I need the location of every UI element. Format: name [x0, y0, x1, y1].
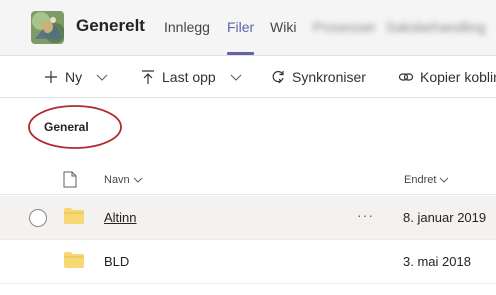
team-avatar-image	[31, 11, 64, 44]
highlight-annotation	[28, 105, 122, 149]
link-icon	[398, 73, 414, 81]
file-type-icon[interactable]	[63, 171, 77, 188]
file-name-link[interactable]: BLD	[104, 254, 129, 269]
channel-header: Generelt Innlegg Filer Wiki Prosesser Sa…	[0, 0, 496, 56]
tab-wiki[interactable]: Wiki	[270, 19, 296, 35]
file-name-link[interactable]: Altinn	[104, 210, 137, 225]
sync-icon	[272, 70, 284, 84]
active-tab-indicator	[227, 52, 254, 55]
column-header-modified-label: Endret	[404, 174, 437, 186]
new-button-label: Ny	[65, 69, 83, 85]
new-button[interactable]: Ny	[43, 69, 108, 85]
more-options-button[interactable]: ···	[357, 207, 374, 223]
command-bar: Ny Last opp Synkroniser Kopier kobling	[0, 57, 496, 98]
upload-button-label: Last opp	[162, 69, 216, 85]
column-header-name-label: Navn	[104, 174, 130, 186]
tab-innlegg[interactable]: Innlegg	[164, 19, 210, 35]
upload-icon	[142, 70, 154, 84]
file-list-header: Navn Endret	[0, 165, 496, 195]
folder-icon	[64, 252, 84, 268]
column-header-modified[interactable]: Endret	[404, 174, 449, 186]
sync-button[interactable]: Synkroniser	[270, 69, 366, 85]
upload-button[interactable]: Last opp	[140, 69, 242, 85]
channel-title: Generelt	[76, 16, 145, 35]
chevron-down-icon	[230, 74, 242, 81]
chevron-down-icon	[96, 74, 108, 81]
chevron-down-icon	[440, 177, 449, 183]
tab-prosesser[interactable]: Prosesser	[313, 19, 376, 35]
column-header-name[interactable]: Navn	[104, 174, 143, 186]
copy-link-button-label: Kopier kobling	[420, 69, 496, 85]
tab-saksbehandling[interactable]: Saksbehandling	[386, 19, 486, 35]
copy-link-button[interactable]: Kopier kobling	[398, 69, 496, 85]
tab-filer[interactable]: Filer	[227, 19, 254, 35]
modified-date: 3. mai 2018	[403, 254, 471, 269]
chevron-down-icon	[133, 177, 143, 183]
folder-icon	[64, 208, 84, 224]
sync-button-label: Synkroniser	[292, 69, 366, 85]
plus-icon	[45, 71, 57, 83]
modified-date: 8. januar 2019	[403, 210, 487, 225]
row-select-checkbox[interactable]	[29, 209, 47, 227]
list-item[interactable]: Altinn ··· 8. januar 2019	[0, 196, 496, 240]
team-avatar[interactable]	[31, 11, 64, 44]
list-item[interactable]: BLD 3. mai 2018	[0, 240, 496, 284]
